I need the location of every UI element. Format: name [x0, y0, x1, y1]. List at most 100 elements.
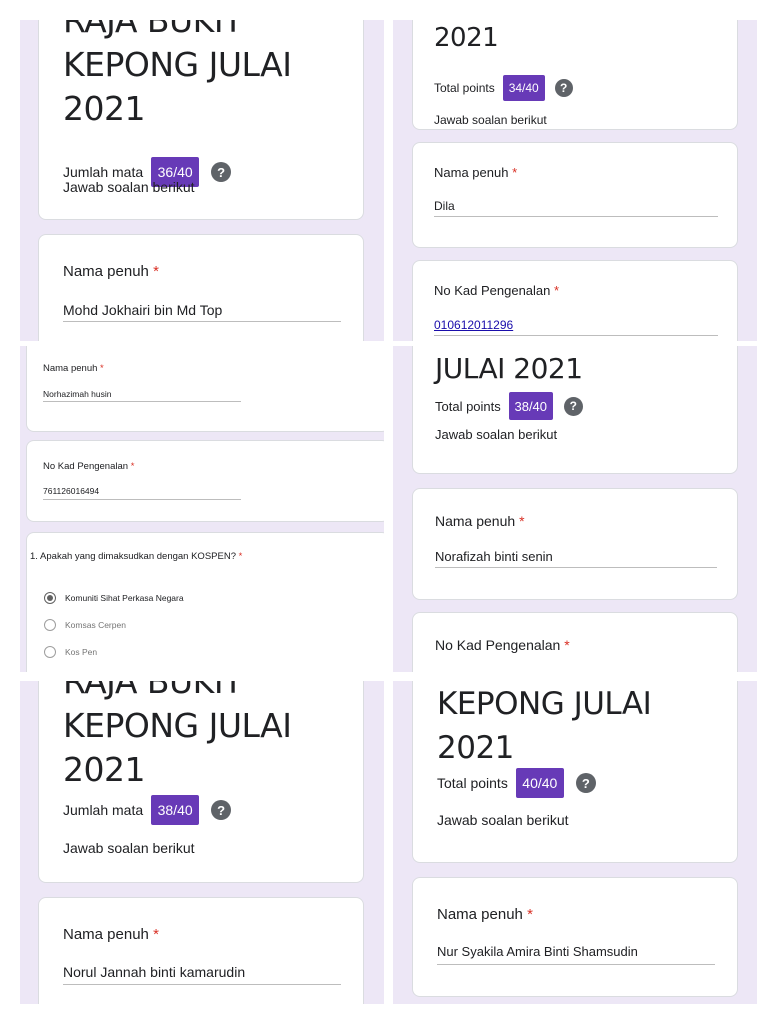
form-instructions: Jawab soalan berikut — [434, 113, 547, 127]
score-row: Jumlah mata 38/40 ? — [63, 795, 232, 825]
required-marker: * — [100, 363, 104, 374]
form-header-card: KEPONG JULAI 2021 Total points 40/40 ? J… — [412, 681, 738, 863]
answer-underline — [437, 964, 715, 965]
required-marker: * — [527, 906, 533, 923]
help-icon[interactable]: ? — [575, 773, 596, 793]
answer-underline — [43, 499, 241, 500]
screenshot-panel-top-right: 2021 Total points 34/40 ? Jawab soalan b… — [393, 20, 757, 341]
required-marker: * — [153, 926, 159, 943]
name-label: Nama penuh — [437, 906, 523, 923]
required-marker: * — [238, 551, 243, 562]
form-instructions: Jawab soalan berikut — [63, 840, 195, 856]
score-badge: 38/40 — [151, 795, 200, 825]
question-label: Nama penuh * — [43, 363, 104, 374]
form-title: 2021 — [434, 23, 499, 53]
screenshot-panel-bottom-right: KEPONG JULAI 2021 Total points 40/40 ? J… — [393, 681, 757, 1004]
screenshot-panel-middle-left: Nama penuh * Norhazimah husin No Kad Pen… — [20, 346, 384, 672]
name-label: Nama penuh — [63, 926, 149, 943]
question-card-ic: No Kad Pengenalan * 010612011296 — [412, 260, 738, 341]
question-label: No Kad Pengenalan * — [434, 283, 559, 298]
required-marker: * — [554, 283, 560, 298]
ic-label: No Kad Pengenalan — [435, 637, 561, 653]
form-header-card: JULAI 2021 Total points 38/40 ? Jawab so… — [412, 346, 738, 474]
form-title: JULAI 2021 — [435, 352, 583, 385]
screenshot-panel-middle-right: JULAI 2021 Total points 38/40 ? Jawab so… — [393, 346, 757, 672]
name-label: Nama penuh — [434, 165, 509, 180]
question-label: No Kad Pengenalan * — [435, 637, 570, 653]
radio-selected-icon[interactable] — [44, 592, 56, 604]
score-badge: 34/40 — [502, 75, 545, 101]
name-label: Nama penuh — [43, 363, 98, 374]
form-instructions: Jawab soalan berikut — [437, 812, 569, 828]
required-marker: * — [130, 461, 135, 472]
score-label: Jumlah mata — [63, 802, 144, 818]
question-label: Nama penuh * — [434, 165, 517, 180]
full-name-answer: Nur Syakila Amira Binti Shamsudin — [437, 944, 638, 959]
score-label: Total points — [435, 398, 501, 414]
form-instructions: Jawab soalan berikut — [63, 179, 195, 195]
form-instructions: Jawab soalan berikut — [435, 427, 558, 442]
ic-label: No Kad Pengenalan — [43, 461, 129, 472]
question-card-ic: No Kad Pengenalan * 761126016494 — [26, 440, 384, 522]
help-icon[interactable]: ? — [211, 162, 232, 182]
question-card-ic: No Kad Pengenalan * — [412, 612, 738, 672]
ic-answer: 761126016494 — [43, 486, 100, 496]
help-icon[interactable]: ? — [211, 800, 232, 820]
screenshot-panel-bottom-left: RAJA BUKIT KEPONG JULAI 2021 Jumlah mata… — [20, 681, 384, 1004]
name-label: Nama penuh — [435, 513, 516, 529]
score-label: Jumlah mata — [63, 164, 144, 180]
help-icon[interactable]: ? — [554, 79, 573, 97]
full-name-answer: Norafizah binti senin — [435, 549, 553, 564]
option-label: Kos Pen — [65, 647, 98, 657]
ic-label: No Kad Pengenalan — [434, 283, 551, 298]
full-name-answer: Norhazimah husin — [43, 389, 112, 399]
score-row: Total points 34/40 ? — [434, 75, 573, 101]
form-title: KEPONG JULAI 2021 — [437, 686, 652, 766]
score-badge: 40/40 — [515, 768, 564, 798]
radio-unselected-icon[interactable] — [44, 619, 56, 631]
question-label: No Kad Pengenalan * — [43, 461, 134, 472]
answer-underline — [43, 401, 241, 402]
required-marker: * — [564, 637, 570, 653]
score-badge: 38/40 — [508, 392, 553, 420]
option-label: Komuniti Sihat Perkasa Negara — [65, 593, 184, 603]
question-card-full-name: Nama penuh * Mohd Jokhairi bin Md Top — [38, 234, 364, 341]
required-marker: * — [153, 263, 159, 280]
question-card-full-name: Nama penuh * Norafizah binti senin — [412, 488, 738, 600]
score-label: Total points — [437, 775, 508, 791]
option-label: Komsas Cerpen — [65, 620, 126, 630]
question-card-full-name: Nama penuh * Norhazimah husin — [26, 346, 384, 432]
score-row: Total points 38/40 ? — [435, 392, 583, 420]
answer-underline — [435, 567, 717, 568]
question-label: Nama penuh * — [435, 513, 525, 529]
form-header-card: 2021 Total points 34/40 ? Jawab soalan b… — [412, 20, 738, 130]
answer-underline — [434, 216, 718, 217]
full-name-answer: Norul Jannah binti kamarudin — [63, 964, 246, 980]
question-text: 1. Apakah yang dimaksudkan dengan KOSPEN… — [30, 551, 236, 562]
answer-underline — [63, 321, 341, 322]
question-card-full-name: Nama penuh * Dila — [412, 142, 738, 248]
form-header-card: RAJA BUKIT KEPONG JULAI 2021 Jumlah mata… — [38, 681, 364, 883]
form-title: RAJA BUKIT KEPONG JULAI 2021 — [63, 681, 292, 789]
question-label: 1. Apakah yang dimaksudkan dengan KOSPEN… — [30, 551, 242, 562]
form-header-card: RAJA BUKIT KEPONG JULAI 2021 Jumlah mata… — [38, 20, 364, 220]
question-label: Nama penuh * — [437, 906, 533, 923]
question-label: Nama penuh * — [63, 263, 159, 280]
full-name-answer: Mohd Jokhairi bin Md Top — [63, 302, 223, 318]
ic-answer-link[interactable]: 010612011296 — [434, 318, 513, 332]
question-label: Nama penuh * — [63, 926, 159, 943]
question-card-kospen: 1. Apakah yang dimaksudkan dengan KOSPEN… — [26, 532, 384, 672]
score-label: Total points — [434, 81, 495, 95]
name-label: Nama penuh — [63, 263, 149, 280]
help-icon[interactable]: ? — [563, 396, 583, 416]
question-card-full-name: Nama penuh * Norul Jannah binti kamarudi… — [38, 897, 364, 1004]
answer-underline — [434, 335, 718, 336]
question-card-full-name: Nama penuh * Nur Syakila Amira Binti Sha… — [412, 877, 738, 997]
required-marker: * — [519, 513, 525, 529]
full-name-answer: Dila — [434, 199, 455, 213]
score-row: Total points 40/40 ? — [437, 768, 596, 798]
form-title: RAJA BUKIT KEPONG JULAI 2021 — [63, 20, 292, 128]
answer-underline — [63, 984, 341, 985]
radio-unselected-icon[interactable] — [44, 646, 56, 658]
screenshot-panel-top-left: RAJA BUKIT KEPONG JULAI 2021 Jumlah mata… — [20, 20, 384, 341]
